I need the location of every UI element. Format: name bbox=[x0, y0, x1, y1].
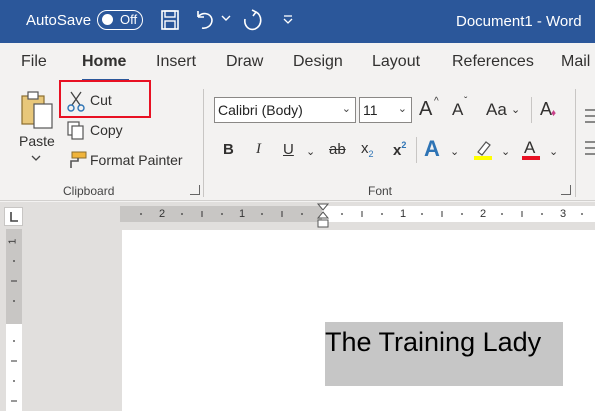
shrink-font-icon[interactable]: A bbox=[452, 100, 463, 120]
chevron-down-icon[interactable]: ⌄ bbox=[511, 103, 520, 116]
indent-markers-icon[interactable] bbox=[316, 203, 330, 231]
underline-button[interactable]: U bbox=[283, 141, 294, 158]
toggle-state: Off bbox=[120, 12, 138, 27]
subscript-x: x bbox=[361, 140, 369, 157]
chevron-down-icon[interactable]: ⌄ bbox=[549, 145, 558, 158]
ribbon-separator bbox=[575, 89, 576, 197]
font-color-icon[interactable]: A bbox=[520, 138, 542, 162]
text-effects-icon[interactable]: A bbox=[424, 136, 440, 162]
paragraph-lines-icon[interactable] bbox=[583, 108, 595, 158]
autosave-label: AutoSave bbox=[26, 12, 92, 29]
chevron-down-icon[interactable]: ⌄ bbox=[306, 145, 315, 158]
ruler-number: 2 bbox=[480, 208, 487, 220]
copy-icon[interactable] bbox=[66, 120, 86, 140]
tab-insert[interactable]: Insert bbox=[156, 53, 196, 71]
undo-dropdown-icon[interactable] bbox=[221, 15, 231, 23]
ruler-number: 1 bbox=[400, 208, 407, 220]
format-painter-button[interactable]: Format Painter bbox=[90, 152, 183, 168]
ribbon-tabs: File Home Insert Draw Design Layout Refe… bbox=[0, 43, 595, 83]
clipboard-group-label: Clipboard bbox=[63, 184, 115, 198]
autosave-toggle[interactable]: Off bbox=[97, 10, 143, 30]
tab-home[interactable]: Home bbox=[82, 53, 126, 71]
clipboard-launcher-icon[interactable] bbox=[190, 185, 200, 195]
ruler-number: 3 bbox=[560, 208, 567, 220]
undo-icon[interactable] bbox=[194, 9, 216, 31]
grow-font-icon[interactable]: A bbox=[419, 98, 432, 121]
subscript-button[interactable]: x2 bbox=[361, 140, 374, 159]
redo-icon[interactable] bbox=[242, 9, 264, 33]
chevron-down-icon: ⌄ bbox=[397, 103, 407, 115]
font-group-label: Font bbox=[368, 184, 393, 198]
document-title: Document1 - Word bbox=[456, 13, 582, 30]
divider bbox=[531, 97, 532, 123]
vertical-ruler-ticks bbox=[11, 260, 17, 402]
tab-design[interactable]: Design bbox=[293, 53, 343, 71]
ruler-number: 1 bbox=[239, 208, 246, 220]
italic-button[interactable]: I bbox=[256, 141, 261, 158]
font-launcher-icon[interactable] bbox=[561, 185, 571, 195]
customize-quick-access-icon[interactable] bbox=[282, 14, 294, 26]
font-name-value: Calibri (Body) bbox=[218, 102, 303, 118]
tab-draw[interactable]: Draw bbox=[226, 53, 263, 71]
divider bbox=[416, 137, 417, 163]
eraser-mark: ♦ bbox=[551, 108, 557, 119]
paste-icon[interactable] bbox=[18, 88, 58, 132]
save-icon[interactable] bbox=[160, 9, 180, 31]
title-bar: AutoSave Off Document1 - Word bbox=[0, 0, 595, 43]
tab-layout[interactable]: Layout bbox=[372, 53, 420, 71]
grow-font-caret: ^ bbox=[434, 96, 439, 107]
shrink-font-caret: ˇ bbox=[464, 96, 468, 107]
horizontal-ruler-ticks bbox=[140, 211, 583, 217]
tab-file[interactable]: File bbox=[21, 53, 47, 71]
superscript-2: 2 bbox=[401, 140, 407, 150]
chevron-down-icon[interactable]: ⌄ bbox=[450, 145, 459, 158]
font-size-dropdown[interactable]: 11 ⌄ bbox=[359, 97, 412, 123]
ribbon-separator bbox=[203, 89, 204, 197]
copy-button[interactable]: Copy bbox=[90, 122, 123, 138]
tab-references[interactable]: References bbox=[452, 53, 534, 71]
chevron-down-icon: ⌄ bbox=[341, 103, 351, 115]
paste-dropdown-icon[interactable] bbox=[31, 155, 41, 162]
document-text[interactable]: The Training Lady bbox=[325, 327, 541, 358]
tab-mailings[interactable]: Mail bbox=[561, 53, 590, 71]
subscript-2: 2 bbox=[368, 149, 374, 159]
font-name-dropdown[interactable]: Calibri (Body) ⌄ bbox=[214, 97, 356, 123]
paste-label[interactable]: Paste bbox=[19, 133, 55, 149]
bold-button[interactable]: B bbox=[223, 141, 234, 158]
tab-selector-icon[interactable] bbox=[4, 207, 23, 226]
highlighter-icon[interactable] bbox=[472, 138, 494, 162]
cut-button[interactable]: Cut bbox=[90, 92, 112, 108]
format-painter-icon[interactable] bbox=[66, 150, 88, 170]
change-case-icon[interactable]: Aa bbox=[486, 100, 507, 120]
toggle-knob bbox=[102, 14, 113, 25]
chevron-down-icon[interactable]: ⌄ bbox=[501, 145, 510, 158]
ruler-number: 2 bbox=[159, 208, 166, 220]
superscript-button[interactable]: x2 bbox=[393, 140, 406, 159]
font-size-value: 11 bbox=[363, 102, 378, 118]
scissors-icon[interactable] bbox=[67, 90, 85, 112]
font-color-letter: A bbox=[524, 138, 536, 157]
strikethrough-button[interactable]: ab bbox=[329, 141, 346, 158]
